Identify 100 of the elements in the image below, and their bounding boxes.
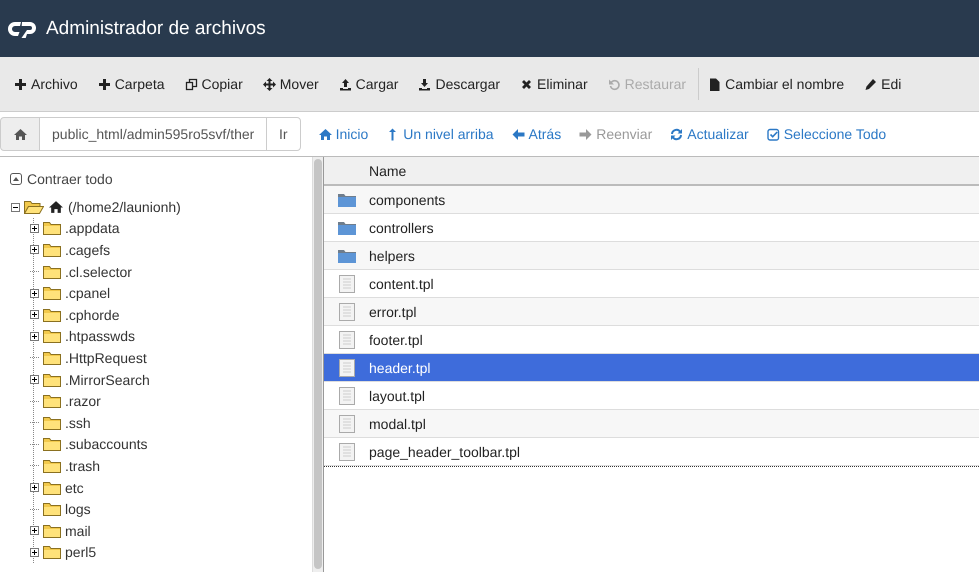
file-name: footer.tpl: [369, 332, 423, 348]
file-name: modal.tpl: [369, 416, 426, 432]
folder-icon: [43, 372, 61, 387]
tree-item[interactable]: (/home2/launionh): [68, 198, 181, 215]
toolbar-button[interactable]: Archivo: [14, 69, 87, 99]
toolbar-button[interactable]: Cambiar el nombre: [708, 69, 854, 99]
cross-icon: [520, 78, 534, 90]
file-row[interactable]: error.tpl: [324, 298, 979, 326]
tree-item[interactable]: .cphorde: [65, 306, 120, 323]
logo-icon: [8, 20, 38, 38]
file-name: helpers: [369, 248, 415, 264]
home-icon: [14, 128, 26, 140]
tree-item[interactable]: .trash: [65, 458, 100, 474]
document-icon: [708, 78, 722, 90]
collapse-all-button[interactable]: Contraer todo: [10, 171, 113, 187]
file-name: controllers: [369, 220, 434, 236]
left-arrow-icon: [512, 128, 525, 140]
plus-box-icon[interactable]: [30, 332, 39, 341]
folder-icon: [43, 329, 61, 344]
home-button[interactable]: [0, 117, 40, 151]
plus-box-icon[interactable]: [30, 310, 39, 320]
folder-icon: [43, 480, 61, 495]
scrollbar[interactable]: [312, 157, 323, 572]
toolbar-button[interactable]: Carpeta: [98, 69, 174, 99]
plus-box-icon[interactable]: [30, 245, 39, 254]
plus-box-icon[interactable]: [30, 288, 39, 298]
folder-icon: [43, 308, 61, 322]
document-icon: [338, 358, 354, 376]
plus-box-icon[interactable]: [30, 548, 39, 557]
plus-box-icon[interactable]: [30, 526, 39, 536]
home-icon: [48, 200, 64, 214]
toolbar-button[interactable]: Edi: [864, 69, 910, 99]
nav-link[interactable]: Inicio: [318, 126, 368, 142]
plus-icon: [14, 78, 27, 90]
document-icon: [338, 302, 354, 320]
tree-item[interactable]: perl5: [65, 544, 96, 560]
file-row[interactable]: header.tpl: [324, 354, 979, 382]
tree-item[interactable]: .HttpRequest: [65, 350, 147, 366]
tree-item[interactable]: .cl.selector: [65, 264, 132, 280]
tree-item[interactable]: .ssh: [65, 414, 91, 431]
path-field[interactable]: public_html/admin595ro5svf/ther: [40, 117, 266, 151]
document-icon: [338, 330, 354, 348]
folder-icon: [43, 437, 61, 452]
tree-item[interactable]: .cpanel: [65, 285, 110, 302]
folder-icon: [43, 545, 61, 560]
file-row[interactable]: helpers: [324, 242, 979, 270]
copy-icon: [184, 78, 198, 90]
home-icon: [318, 128, 332, 140]
toolbar-button[interactable]: Mover: [262, 69, 328, 99]
tree-item[interactable]: .htpasswds: [65, 328, 136, 344]
tree-item[interactable]: etc: [65, 480, 84, 496]
tree-item[interactable]: mail: [65, 522, 91, 539]
document-icon: [338, 414, 354, 432]
folder-icon: [43, 242, 61, 257]
toolbar-button[interactable]: Eliminar: [520, 69, 597, 99]
file-name: page_header_toolbar.tpl: [369, 444, 520, 460]
refresh-icon: [670, 128, 684, 140]
folder-icon: [43, 502, 61, 516]
open-folder-icon: [24, 200, 44, 214]
tree-item[interactable]: .razor: [65, 393, 101, 410]
folder-icon: [43, 264, 61, 279]
file-name: content.tpl: [369, 276, 434, 292]
minus-box-icon[interactable]: [11, 202, 20, 212]
nav-link[interactable]: Atrás: [512, 126, 562, 142]
nav-link[interactable]: Un nivel arriba: [386, 126, 494, 142]
document-icon: [338, 386, 354, 404]
move-arrows-icon: [262, 78, 276, 90]
nav-link[interactable]: Actualizar: [670, 126, 749, 142]
folder-icon: [43, 221, 61, 236]
file-row[interactable]: modal.tpl: [324, 410, 979, 438]
undo-icon: [608, 78, 621, 90]
file-name: layout.tpl: [369, 388, 426, 404]
checkbox-icon: [766, 128, 780, 140]
plus-icon: [98, 78, 111, 90]
tree-item[interactable]: .MirrorSearch: [65, 372, 150, 388]
plus-box-icon[interactable]: [30, 483, 39, 492]
document-icon: [338, 274, 354, 292]
document-icon: [338, 442, 354, 460]
tree-item[interactable]: .appdata: [65, 220, 120, 236]
tree-item[interactable]: .cagefs: [65, 242, 110, 258]
toolbar-button[interactable]: Copiar: [184, 69, 252, 99]
folder-icon: [338, 192, 356, 206]
folder-icon: [43, 286, 61, 300]
tree-item[interactable]: logs: [65, 501, 91, 518]
plus-box-icon[interactable]: [30, 224, 39, 233]
plus-box-icon[interactable]: [30, 375, 39, 384]
file-row[interactable]: components: [324, 186, 979, 214]
file-name: header.tpl: [369, 360, 430, 376]
tree-item[interactable]: .subaccounts: [65, 436, 148, 452]
folder-icon: [43, 458, 61, 473]
folder-icon: [338, 220, 356, 234]
toolbar-button[interactable]: Descargar: [418, 69, 510, 99]
folder-icon: [338, 248, 356, 262]
app-title: Administrador de archivos: [46, 18, 266, 40]
go-button[interactable]: Ir: [266, 117, 301, 151]
toolbar-button[interactable]: Cargar: [338, 69, 408, 99]
upload-icon: [338, 78, 352, 90]
file-name: error.tpl: [369, 304, 416, 320]
column-header[interactable]: Name: [324, 157, 979, 186]
nav-link[interactable]: Seleccione Todo: [766, 126, 886, 142]
